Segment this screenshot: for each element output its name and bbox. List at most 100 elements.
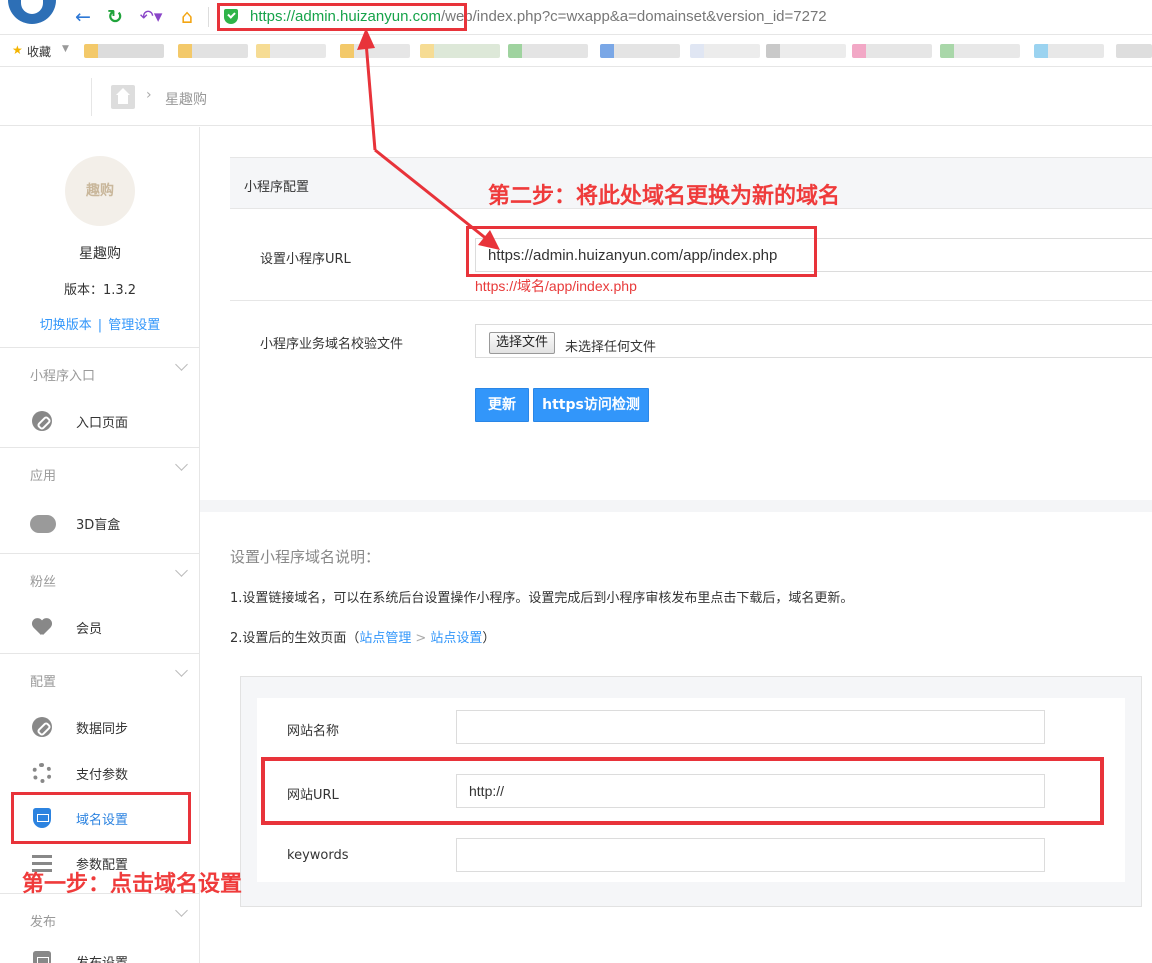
heart-icon <box>32 617 52 637</box>
annotation-step-2: 第二步：将此处域名更换为新的域名 <box>488 184 841 209</box>
blurred-bookmark[interactable] <box>1034 44 1104 58</box>
address-secure-part: https://admin.huizanyun.com <box>250 8 441 25</box>
secure-shield-icon[interactable] <box>224 9 238 24</box>
sidebar-section-fans[interactable]: 粉丝 <box>0 553 200 601</box>
sidebar-item-label: 域名设置 <box>76 813 129 828</box>
undo-icon[interactable]: ↶▾ <box>136 5 166 29</box>
sidebar-section-entry[interactable]: 小程序入口 <box>0 347 200 395</box>
blurred-bookmark[interactable] <box>420 44 500 58</box>
chevron-down-icon <box>175 564 188 577</box>
row-divider <box>230 300 1152 301</box>
blurred-bookmark[interactable] <box>600 44 680 58</box>
app-version: 版本：1.3.2 <box>63 283 137 298</box>
address-bar[interactable]: https://admin.huizanyun.com/web/index.ph… <box>250 8 827 25</box>
url-field-label: 设置小程序URL <box>260 252 351 267</box>
blurred-bookmark[interactable] <box>690 44 760 58</box>
sidebar-section-label: 配置 <box>30 675 57 690</box>
keywords-input[interactable] <box>456 838 1045 872</box>
blurred-bookmark[interactable] <box>1116 44 1152 58</box>
blurred-bookmark[interactable] <box>340 44 410 58</box>
description-line-1: 1.设置链接域名，可以在系统后台设置操作小程序。设置完成后到小程序审核发布里点击… <box>230 591 854 606</box>
site-url-label: 网站URL <box>287 788 339 803</box>
manage-settings-link[interactable]: 管理设置 <box>108 318 160 333</box>
description-line-2: 2.设置后的生效页面（站点管理 > 站点设置） <box>230 627 495 646</box>
update-button[interactable]: 更新 <box>475 388 529 422</box>
chevron-down-icon <box>175 358 188 371</box>
miniprogram-url-input[interactable]: https://admin.huizanyun.com/app/index.ph… <box>475 238 1152 272</box>
sidebar-section-config[interactable]: 配置 <box>0 653 200 701</box>
site-name-label: 网站名称 <box>287 724 340 739</box>
favorites-dropdown-icon[interactable]: ▼ <box>62 44 69 54</box>
bookmarks-bar: ★ 收藏 ▼ <box>0 35 1152 67</box>
link-icon <box>32 411 52 431</box>
sidebar-section-label: 粉丝 <box>30 575 57 590</box>
file-status-text: 未选择任何文件 <box>565 340 657 355</box>
chevron-down-icon <box>175 458 188 471</box>
shield-icon <box>33 808 51 828</box>
sidebar-item-label: 会员 <box>76 622 103 637</box>
https-check-button[interactable]: https访问检测 <box>533 388 649 422</box>
address-path-part: /web/index.php?c=wxapp&a=domainset&versi… <box>440 8 827 25</box>
sidebar-item-entry-page[interactable]: 入口页面 <box>0 399 200 443</box>
toolbar-divider <box>208 7 209 27</box>
blurred-bookmark[interactable] <box>178 44 248 58</box>
sidebar-section-label: 小程序入口 <box>30 369 96 384</box>
sidebar-item-data-sync[interactable]: 数据同步 <box>0 705 200 749</box>
sidebar-section-apps[interactable]: 应用 <box>0 447 200 495</box>
description-line-2-prefix: 2.设置后的生效页面（ <box>230 631 360 646</box>
favorites-button[interactable]: 收藏 <box>27 43 51 60</box>
chevron-right-icon: › <box>146 87 152 103</box>
blurred-bookmark[interactable] <box>766 44 846 58</box>
sidebar-section-label: 发布 <box>30 915 57 930</box>
favorites-star-icon: ★ <box>12 43 23 57</box>
sidebar-item-payment-params[interactable]: 支付参数 <box>0 751 200 795</box>
blurred-bookmark[interactable] <box>940 44 1020 58</box>
avatar: 趣购 <box>65 156 135 226</box>
config-panel-title: 小程序配置 <box>244 180 310 195</box>
verify-file-label: 小程序业务域名校验文件 <box>260 337 404 352</box>
sidebar-item-domain-settings[interactable]: 域名设置 <box>0 796 200 840</box>
chevron-down-icon <box>175 904 188 917</box>
site-url-input[interactable]: http:// <box>456 774 1045 808</box>
verify-file-field: 选择文件 未选择任何文件 <box>475 324 1152 358</box>
blurred-bookmark[interactable] <box>84 44 164 58</box>
home-icon[interactable]: ⌂ <box>176 5 198 29</box>
publish-icon <box>33 951 51 963</box>
breadcrumb-divider <box>91 78 92 116</box>
sidebar-item-3d-blindbox[interactable]: 3D盲盒 <box>0 501 200 545</box>
switch-version-link[interactable]: 切换版本 <box>40 318 92 333</box>
sidebar: 趣购 星趣购 版本：1.3.2 切换版本 | 管理设置 小程序入口 入口页面 应用 … <box>0 127 200 963</box>
reload-icon[interactable]: ↻ <box>104 5 126 29</box>
sidebar-item-members[interactable]: 会员 <box>0 605 200 649</box>
sidebar-item-label: 数据同步 <box>76 722 129 737</box>
breadcrumb: › 星趣购 <box>0 68 1152 126</box>
chevron-down-icon <box>175 664 188 677</box>
link-icon <box>32 717 52 737</box>
blurred-bookmark[interactable] <box>256 44 326 58</box>
sidebar-section-publish[interactable]: 发布 <box>0 893 200 941</box>
back-arrow-icon[interactable]: ← <box>72 5 94 29</box>
browser-toolbar: ← ↻ ↶▾ ⌂ https://admin.huizanyun.com/web… <box>0 0 1152 35</box>
description-title: 设置小程序域名说明： <box>230 548 381 566</box>
app-name: 星趣购 <box>79 246 121 262</box>
sidebar-item-label: 支付参数 <box>76 768 129 783</box>
sidebar-item-label: 入口页面 <box>76 416 129 431</box>
section-divider <box>200 500 1152 512</box>
sidebar-item-publish-settings[interactable]: 发布设置 <box>0 939 200 963</box>
breadcrumb-current: 星趣购 <box>165 92 207 108</box>
sidebar-section-label: 应用 <box>30 469 57 484</box>
url-format-hint: https://域名/app/index.php <box>475 278 637 294</box>
keywords-label: keywords <box>287 848 349 863</box>
annotation-step-1: 第一步：点击域名设置 <box>22 872 243 897</box>
blurred-bookmark[interactable] <box>508 44 588 58</box>
choose-file-button[interactable]: 选择文件 <box>489 332 556 354</box>
chevron-right-icon: > <box>415 631 427 646</box>
site-management-link[interactable]: 站点管理 <box>359 631 411 646</box>
sidebar-item-label: 发布设置 <box>76 952 128 963</box>
site-name-input[interactable] <box>456 710 1045 744</box>
browser-logo-icon[interactable] <box>8 0 56 24</box>
sidebar-item-label: 3D盲盒 <box>76 518 121 533</box>
blurred-bookmark[interactable] <box>852 44 932 58</box>
home-icon[interactable] <box>111 85 135 109</box>
site-settings-link[interactable]: 站点设置 <box>430 631 482 646</box>
